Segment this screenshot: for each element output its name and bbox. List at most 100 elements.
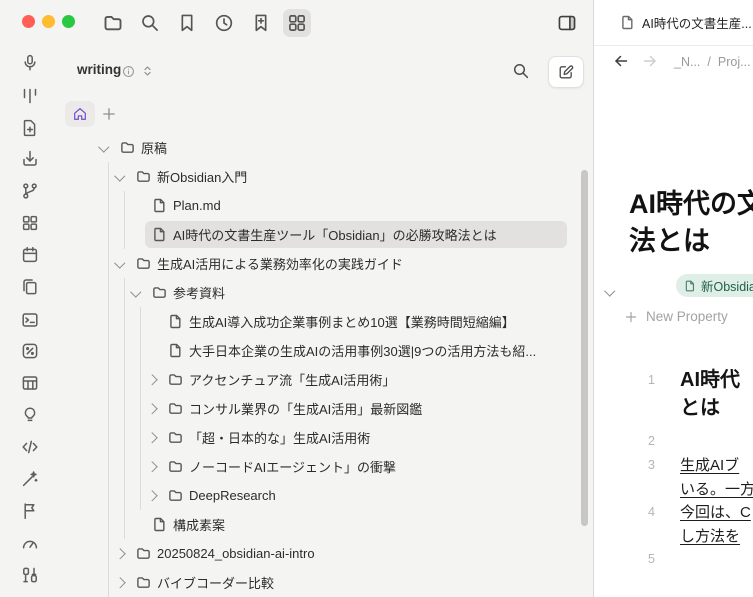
home-button[interactable] [65, 101, 95, 127]
line-text[interactable]: 生成AIブ いる。一方 [655, 454, 753, 501]
tree-folder[interactable]: 原稿 [60, 133, 593, 162]
chevron-right-icon [114, 548, 136, 559]
flag-icon[interactable] [21, 502, 39, 520]
chevron-down-icon [114, 257, 136, 268]
file-explorer-sidebar: writing 原稿 新Obsidian入門 Plan.md AI時代の文書生産… [60, 0, 593, 597]
chevron-right-icon [146, 403, 168, 414]
folder-icon [168, 372, 183, 387]
line-number: 2 [648, 434, 655, 448]
home-icon [72, 106, 88, 122]
forward-arrow-icon[interactable] [641, 52, 659, 70]
breadcrumb-segment[interactable]: _N... [674, 55, 700, 69]
kanban-icon[interactable] [21, 87, 39, 105]
tree-folder[interactable]: 新Obsidian入門 [60, 162, 593, 191]
ribbon [0, 46, 60, 597]
tree-folder[interactable]: 「超・日本的な」生成AI活用術 [60, 423, 593, 452]
properties-collapse-icon[interactable] [604, 281, 616, 299]
tree-folder[interactable]: アクセンチュア流「生成AI活用術」 [60, 365, 593, 394]
folder-icon [168, 430, 183, 445]
tree-file-selected[interactable]: AI時代の文書生産ツール「Obsidian」の必勝攻略法とは [60, 220, 593, 249]
breadcrumb: _N... / Proj... [674, 45, 751, 78]
folder-icon [152, 285, 167, 300]
tab-bar: AI時代の文書生産... [594, 0, 753, 46]
microphone-icon[interactable] [21, 54, 39, 72]
scrollbar[interactable] [581, 170, 588, 526]
search-icon[interactable] [512, 62, 530, 80]
chevron-up-down-icon[interactable] [141, 64, 154, 78]
import-icon[interactable] [21, 150, 39, 168]
folder-icon [136, 169, 151, 184]
folder-icon [136, 546, 151, 561]
tree-folder[interactable]: コンサル業界の「生成AI活用」最新図鑑 [60, 394, 593, 423]
chevron-right-icon [146, 490, 168, 501]
chevron-right-icon [146, 432, 168, 443]
tree-file[interactable]: Plan.md [60, 191, 593, 220]
table-icon[interactable] [21, 374, 39, 392]
chevron-right-icon [114, 577, 136, 588]
file-icon [152, 517, 167, 532]
plus-icon [624, 310, 638, 324]
file-icon [620, 15, 635, 30]
chevron-down-icon [130, 286, 152, 297]
editor-line: 2 [594, 430, 753, 454]
file-icon [168, 343, 183, 358]
file-icon [152, 227, 167, 242]
tag-pill[interactable]: 新Obsidian入門 [676, 274, 753, 297]
binary-icon[interactable] [21, 566, 39, 584]
folder-icon [168, 459, 183, 474]
tree-folder[interactable]: バイブコーダー比較 [60, 568, 593, 597]
chevron-down-icon [98, 141, 120, 152]
vault-switcher[interactable]: writing [77, 62, 121, 77]
percent-badge-icon[interactable] [21, 342, 39, 360]
minimize-window-button[interactable] [42, 15, 55, 28]
wand-icon[interactable] [21, 470, 39, 488]
chevron-right-icon [146, 461, 168, 472]
folder-icon [168, 401, 183, 416]
gauge-icon[interactable] [21, 534, 39, 552]
editor-line: 5 [594, 548, 753, 572]
tree-folder[interactable]: 20250824_obsidian-ai-intro [60, 539, 593, 568]
calendar-icon[interactable] [21, 246, 39, 264]
editor-line: 4 今回は、C し方法を [594, 501, 753, 548]
tree-folder[interactable]: 参考資料 [60, 278, 593, 307]
files-icon[interactable] [21, 278, 39, 296]
editor-body: 1 AI時代 とは 2 3 生成AIブ いる。一方 4 今回は、C し方法を 5 [594, 366, 753, 572]
info-icon[interactable] [122, 65, 135, 78]
lightbulb-icon[interactable] [21, 406, 39, 424]
line-text[interactable]: AI時代 とは [655, 366, 740, 422]
folder-icon [136, 256, 151, 271]
close-window-button[interactable] [22, 15, 35, 28]
folder-icon [168, 488, 183, 503]
file-tree: 原稿 新Obsidian入門 Plan.md AI時代の文書生産ツール「Obsi… [60, 133, 593, 597]
note-inline-title[interactable]: AI時代の文 法とは [629, 186, 753, 260]
edit-icon [558, 64, 574, 80]
file-plus-icon[interactable] [21, 119, 39, 137]
editor-line: 1 AI時代 とは [594, 366, 753, 422]
tag-label: 新Obsidian入門 [701, 280, 753, 294]
terminal-icon[interactable] [21, 311, 39, 329]
add-icon[interactable] [101, 106, 117, 122]
tree-file[interactable]: 構成素案 [60, 510, 593, 539]
layout-grid-icon[interactable] [21, 214, 39, 232]
code-icon[interactable] [21, 438, 39, 456]
tree-file[interactable]: 大手日本企業の生成AIの活用事例30選|9つの活用方法も紹... [60, 336, 593, 365]
line-text[interactable]: 今回は、C し方法を [655, 501, 751, 548]
tree-folder[interactable]: DeepResearch [60, 481, 593, 510]
git-branch-icon[interactable] [21, 182, 39, 200]
breadcrumb-separator: / [707, 54, 711, 69]
line-number: 3 [648, 458, 655, 472]
add-property-button[interactable]: New Property [624, 309, 728, 324]
folder-icon [120, 140, 135, 155]
folder-icon [136, 575, 151, 590]
tree-folder[interactable]: ノーコードAIエージェント」の衝撃 [60, 452, 593, 481]
line-number: 1 [648, 373, 655, 387]
chevron-down-icon [114, 170, 136, 181]
tree-file[interactable]: 生成AI導入成功企業事例まとめ10選【業務時間短縮編】 [60, 307, 593, 336]
tree-folder[interactable]: 生成AI活用による業務効率化の実践ガイド [60, 249, 593, 278]
line-number: 4 [648, 505, 655, 519]
file-icon [168, 314, 183, 329]
back-arrow-icon[interactable] [612, 52, 630, 70]
tab-title[interactable]: AI時代の文書生産... [642, 13, 752, 32]
new-note-button[interactable] [548, 56, 584, 88]
breadcrumb-segment[interactable]: Proj... [718, 55, 751, 69]
